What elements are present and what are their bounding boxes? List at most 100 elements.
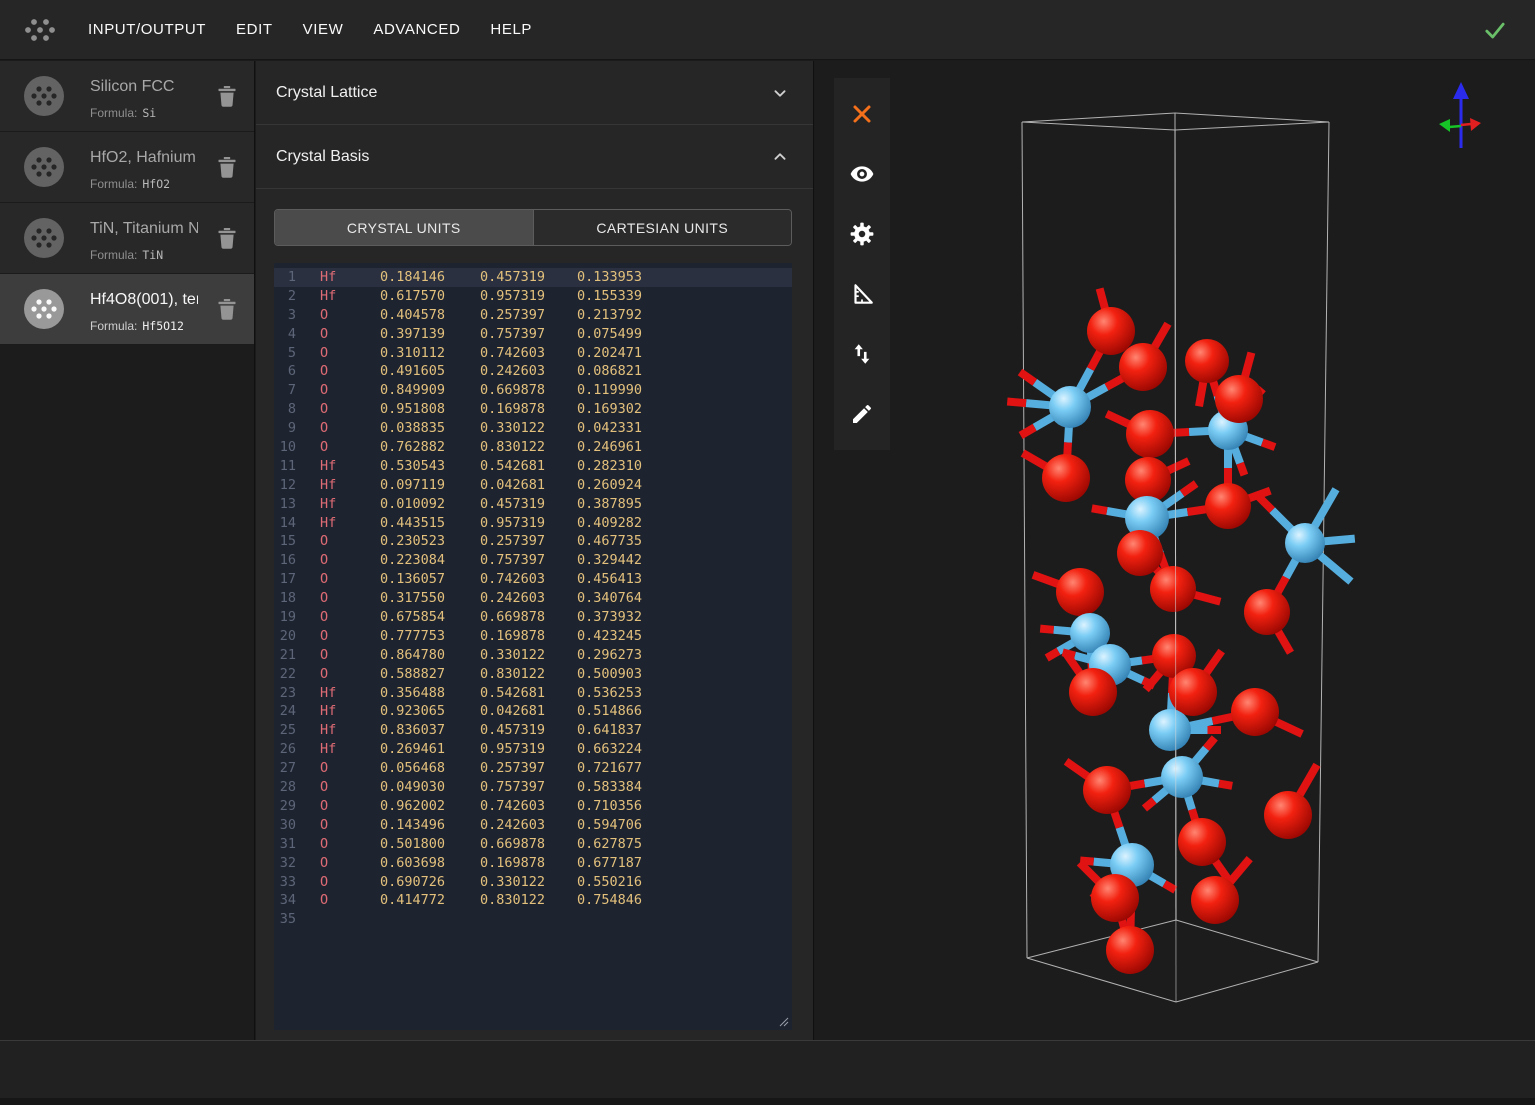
menu-item-edit[interactable]: EDIT <box>234 13 275 46</box>
basis-row[interactable]: 17O0.1360570.7426030.456413 <box>274 570 792 589</box>
basis-row[interactable]: 15O0.2305230.2573970.467735 <box>274 532 792 551</box>
atom-O[interactable] <box>1126 410 1174 458</box>
basis-row[interactable]: 8O0.9518080.1698780.169302 <box>274 400 792 419</box>
basis-row-empty[interactable]: 35 <box>274 910 792 929</box>
atom-Hf[interactable] <box>1285 523 1325 563</box>
basis-row[interactable]: 26Hf0.2694610.9573190.663224 <box>274 740 792 759</box>
basis-row[interactable]: 18O0.3175500.2426030.340764 <box>274 589 792 608</box>
element-symbol: O <box>320 532 380 551</box>
basis-row[interactable]: 5O0.3101120.7426030.202471 <box>274 344 792 363</box>
line-number: 35 <box>274 910 296 929</box>
atom-O[interactable] <box>1087 307 1135 355</box>
basis-row[interactable]: 7O0.8499090.6698780.119990 <box>274 381 792 400</box>
material-name-text: HfO2, Hafnium <box>90 149 196 166</box>
atom-O[interactable] <box>1150 566 1196 612</box>
chevron-up-icon[interactable] <box>769 146 791 168</box>
basis-row[interactable]: 4O0.3971390.7573970.075499 <box>274 325 792 344</box>
material-item-3[interactable]: TiN, Titanium NFormula:TiN <box>0 203 254 274</box>
atom-O[interactable] <box>1091 874 1139 922</box>
tab-cartesian-units[interactable]: CARTESIAN UNITS <box>533 210 792 245</box>
line-number: 8 <box>274 400 296 419</box>
menu-item-view[interactable]: VIEW <box>301 13 346 46</box>
import-export-button[interactable] <box>834 324 890 384</box>
unit-cell-scene[interactable] <box>815 61 1535 1040</box>
basis-row[interactable]: 9O0.0388350.3301220.042331 <box>274 419 792 438</box>
menu-item-help[interactable]: HELP <box>488 13 534 46</box>
basis-row[interactable]: 31O0.5018000.6698780.627875 <box>274 835 792 854</box>
axes-gizmo[interactable] <box>1439 82 1481 148</box>
section-crystal-lattice[interactable]: Crystal Lattice <box>256 61 813 125</box>
basis-row[interactable]: 23Hf0.3564880.5426810.536253 <box>274 684 792 703</box>
delete-material-button[interactable] <box>216 85 238 109</box>
basis-row[interactable]: 10O0.7628820.8301220.246961 <box>274 438 792 457</box>
material-item-1[interactable]: Silicon FCCFormula:Si <box>0 61 254 132</box>
basis-row[interactable]: 30O0.1434960.2426030.594706 <box>274 816 792 835</box>
bond-stub <box>1035 416 1055 427</box>
atom-Hf[interactable] <box>1161 756 1203 798</box>
basis-row[interactable]: 3O0.4045780.2573970.213792 <box>274 306 792 325</box>
atom-O[interactable] <box>1244 589 1290 635</box>
atom-O[interactable] <box>1205 483 1251 529</box>
atom-O[interactable] <box>1178 818 1226 866</box>
measure-button[interactable] <box>834 264 890 324</box>
structure-viewer[interactable] <box>815 61 1535 1040</box>
basis-row[interactable]: 2Hf0.6175700.9573190.155339 <box>274 287 792 306</box>
basis-row[interactable]: 6O0.4916050.2426030.086821 <box>274 362 792 381</box>
basis-row[interactable]: 13Hf0.0100920.4573190.387895 <box>274 495 792 514</box>
atom-O[interactable] <box>1119 343 1167 391</box>
line-number: 25 <box>274 721 296 740</box>
material-item-2[interactable]: HfO2, HafniumFormula:HfO2 <box>0 132 254 203</box>
basis-row[interactable]: 27O0.0564680.2573970.721677 <box>274 759 792 778</box>
editor-resize-handle[interactable] <box>777 1015 789 1027</box>
atom-O[interactable] <box>1117 530 1163 576</box>
basis-coordinates-editor[interactable]: 1Hf0.1841460.4573190.1339532Hf0.6175700.… <box>274 263 792 1030</box>
basis-row[interactable]: 32O0.6036980.1698780.677187 <box>274 854 792 873</box>
element-symbol: O <box>320 344 380 363</box>
basis-row[interactable]: 34O0.4147720.8301220.754846 <box>274 891 792 910</box>
basis-row[interactable]: 33O0.6907260.3301220.550216 <box>274 873 792 892</box>
basis-row[interactable]: 29O0.9620020.7426030.710356 <box>274 797 792 816</box>
atom-Hf[interactable] <box>1149 709 1191 751</box>
material-list: Silicon FCCFormula:SiHfO2, HafniumFormul… <box>0 61 254 345</box>
basis-row[interactable]: 11Hf0.5305430.5426810.282310 <box>274 457 792 476</box>
visibility-button[interactable] <box>834 144 890 204</box>
basis-row[interactable]: 21O0.8647800.3301220.296273 <box>274 646 792 665</box>
basis-row[interactable]: 25Hf0.8360370.4573190.641837 <box>274 721 792 740</box>
atom-O[interactable] <box>1191 876 1239 924</box>
settings-button[interactable] <box>834 204 890 264</box>
atom-Hf[interactable] <box>1049 386 1091 428</box>
menu-item-input-output[interactable]: INPUT/OUTPUT <box>86 13 208 46</box>
save-check-button[interactable] <box>1481 16 1509 44</box>
atom-O[interactable] <box>1083 766 1131 814</box>
tab-crystal-units[interactable]: CRYSTAL UNITS <box>275 210 533 245</box>
delete-material-button[interactable] <box>216 227 238 251</box>
atom-O[interactable] <box>1264 791 1312 839</box>
basis-row[interactable]: 20O0.7777530.1698780.423245 <box>274 627 792 646</box>
basis-row[interactable]: 22O0.5888270.8301220.500903 <box>274 665 792 684</box>
atom-O[interactable] <box>1106 926 1154 974</box>
atom-O[interactable] <box>1231 688 1279 736</box>
atom-O[interactable] <box>1215 375 1263 423</box>
atom-O[interactable] <box>1056 568 1104 616</box>
edit-button[interactable] <box>834 384 890 444</box>
atom-O[interactable] <box>1169 668 1217 716</box>
chevron-down-icon[interactable] <box>769 82 791 104</box>
close-button[interactable] <box>834 84 890 144</box>
atom-O[interactable] <box>1069 668 1117 716</box>
delete-material-button[interactable] <box>216 156 238 180</box>
line-number: 31 <box>274 835 296 854</box>
basis-row[interactable]: 24Hf0.9230650.0426810.514866 <box>274 702 792 721</box>
atom-O[interactable] <box>1185 339 1229 383</box>
app-logo-dots-icon[interactable] <box>22 12 58 48</box>
basis-row[interactable]: 16O0.2230840.7573970.329442 <box>274 551 792 570</box>
basis-row[interactable]: 1Hf0.1841460.4573190.133953 <box>274 268 792 287</box>
basis-row[interactable]: 28O0.0490300.7573970.583384 <box>274 778 792 797</box>
basis-row[interactable]: 14Hf0.4435150.9573190.409282 <box>274 514 792 533</box>
menu-item-advanced[interactable]: ADVANCED <box>371 13 462 46</box>
basis-row[interactable]: 19O0.6758540.6698780.373932 <box>274 608 792 627</box>
material-item-4[interactable]: Hf4O8(001), terFormula:Hf5O12 <box>0 274 254 345</box>
atom-O[interactable] <box>1042 454 1090 502</box>
basis-row[interactable]: 12Hf0.0971190.0426810.260924 <box>274 476 792 495</box>
section-crystal-basis[interactable]: Crystal Basis <box>256 125 813 189</box>
delete-material-button[interactable] <box>216 298 238 322</box>
